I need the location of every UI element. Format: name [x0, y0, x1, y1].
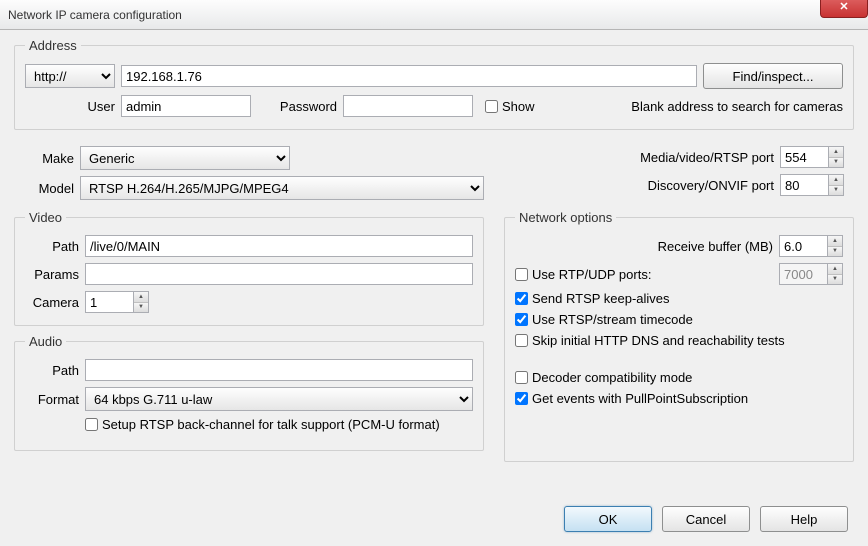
- find-inspect-button[interactable]: Find/inspect...: [703, 63, 843, 89]
- audio-legend: Audio: [25, 334, 66, 349]
- onvif-port-input[interactable]: [780, 174, 828, 196]
- spinner-down-icon[interactable]: ▼: [134, 303, 148, 313]
- password-label: Password: [257, 99, 337, 114]
- use-rtp-checkbox[interactable]: [515, 268, 528, 281]
- backchannel-checkbox[interactable]: [85, 418, 98, 431]
- recv-buf-label: Receive buffer (MB): [658, 239, 773, 254]
- spinner-up-icon[interactable]: ▲: [829, 147, 843, 158]
- rtp-port-spinner: ▲▼: [779, 263, 843, 285]
- keepalive-checkbox[interactable]: [515, 292, 528, 305]
- address-input[interactable]: [121, 65, 697, 87]
- spinner-down-icon[interactable]: ▼: [829, 186, 843, 196]
- recv-buf-input[interactable]: [779, 235, 827, 257]
- keepalive-checkbox-label[interactable]: Send RTSP keep-alives: [515, 291, 670, 306]
- spinner-down-icon: ▼: [828, 275, 842, 285]
- audio-format-select[interactable]: 64 kbps G.711 u-law: [85, 387, 473, 411]
- onvif-port-spinner[interactable]: ▲▼: [780, 174, 844, 196]
- decoder-compat-checkbox[interactable]: [515, 371, 528, 384]
- camera-spinner[interactable]: ▲▼: [85, 291, 149, 313]
- video-camera-label: Camera: [25, 295, 79, 310]
- ok-button[interactable]: OK: [564, 506, 652, 532]
- camera-input[interactable]: [85, 291, 133, 313]
- model-select[interactable]: RTSP H.264/H.265/MJPG/MPEG4: [80, 176, 484, 200]
- rtsp-port-label: Media/video/RTSP port: [640, 150, 774, 165]
- rtsp-port-spinner[interactable]: ▲▼: [780, 146, 844, 168]
- show-checkbox[interactable]: [485, 100, 498, 113]
- backchannel-checkbox-label[interactable]: Setup RTSP back-channel for talk support…: [85, 417, 440, 432]
- audio-group: Audio Path Format 64 kbps G.711 u-law Se…: [14, 334, 484, 451]
- make-label: Make: [24, 151, 74, 166]
- rtsp-port-input[interactable]: [780, 146, 828, 168]
- audio-format-label: Format: [25, 392, 79, 407]
- show-checkbox-label[interactable]: Show: [485, 99, 535, 114]
- network-options-group: Network options Receive buffer (MB) ▲▼ U…: [504, 210, 854, 462]
- video-legend: Video: [25, 210, 66, 225]
- help-button[interactable]: Help: [760, 506, 848, 532]
- address-legend: Address: [25, 38, 81, 53]
- recv-buf-spinner[interactable]: ▲▼: [779, 235, 843, 257]
- pullpoint-checkbox[interactable]: [515, 392, 528, 405]
- pullpoint-checkbox-label[interactable]: Get events with PullPointSubscription: [515, 391, 748, 406]
- make-select[interactable]: Generic: [80, 146, 290, 170]
- video-path-input[interactable]: [85, 235, 473, 257]
- onvif-port-label: Discovery/ONVIF port: [648, 178, 774, 193]
- close-button[interactable]: ✕: [820, 0, 868, 18]
- skip-dns-checkbox-label[interactable]: Skip initial HTTP DNS and reachability t…: [515, 333, 785, 348]
- spinner-down-icon[interactable]: ▼: [829, 158, 843, 168]
- spinner-down-icon[interactable]: ▼: [828, 247, 842, 257]
- blank-hint: Blank address to search for cameras: [541, 99, 843, 114]
- model-label: Model: [24, 181, 74, 196]
- rtp-port-input: [779, 263, 827, 285]
- video-params-label: Params: [25, 267, 79, 282]
- user-input[interactable]: [121, 95, 251, 117]
- titlebar: Network IP camera configuration ✕: [0, 0, 868, 30]
- timecode-checkbox-label[interactable]: Use RTSP/stream timecode: [515, 312, 693, 327]
- video-group: Video Path Params Camera ▲▼: [14, 210, 484, 326]
- spinner-up-icon: ▲: [828, 264, 842, 275]
- decoder-compat-checkbox-label[interactable]: Decoder compatibility mode: [515, 370, 692, 385]
- audio-path-label: Path: [25, 363, 79, 378]
- video-params-input[interactable]: [85, 263, 473, 285]
- cancel-button[interactable]: Cancel: [662, 506, 750, 532]
- password-input[interactable]: [343, 95, 473, 117]
- protocol-select[interactable]: http://: [25, 64, 115, 88]
- network-legend: Network options: [515, 210, 616, 225]
- video-path-label: Path: [25, 239, 79, 254]
- spinner-up-icon[interactable]: ▲: [829, 175, 843, 186]
- user-label: User: [25, 99, 115, 114]
- address-group: Address http:// Find/inspect... User Pas…: [14, 38, 854, 130]
- skip-dns-checkbox[interactable]: [515, 334, 528, 347]
- close-icon: ✕: [839, 0, 848, 13]
- spinner-up-icon[interactable]: ▲: [828, 236, 842, 247]
- timecode-checkbox[interactable]: [515, 313, 528, 326]
- audio-path-input[interactable]: [85, 359, 473, 381]
- spinner-up-icon[interactable]: ▲: [134, 292, 148, 303]
- window-title: Network IP camera configuration: [8, 8, 182, 22]
- use-rtp-checkbox-label[interactable]: Use RTP/UDP ports:: [515, 267, 773, 282]
